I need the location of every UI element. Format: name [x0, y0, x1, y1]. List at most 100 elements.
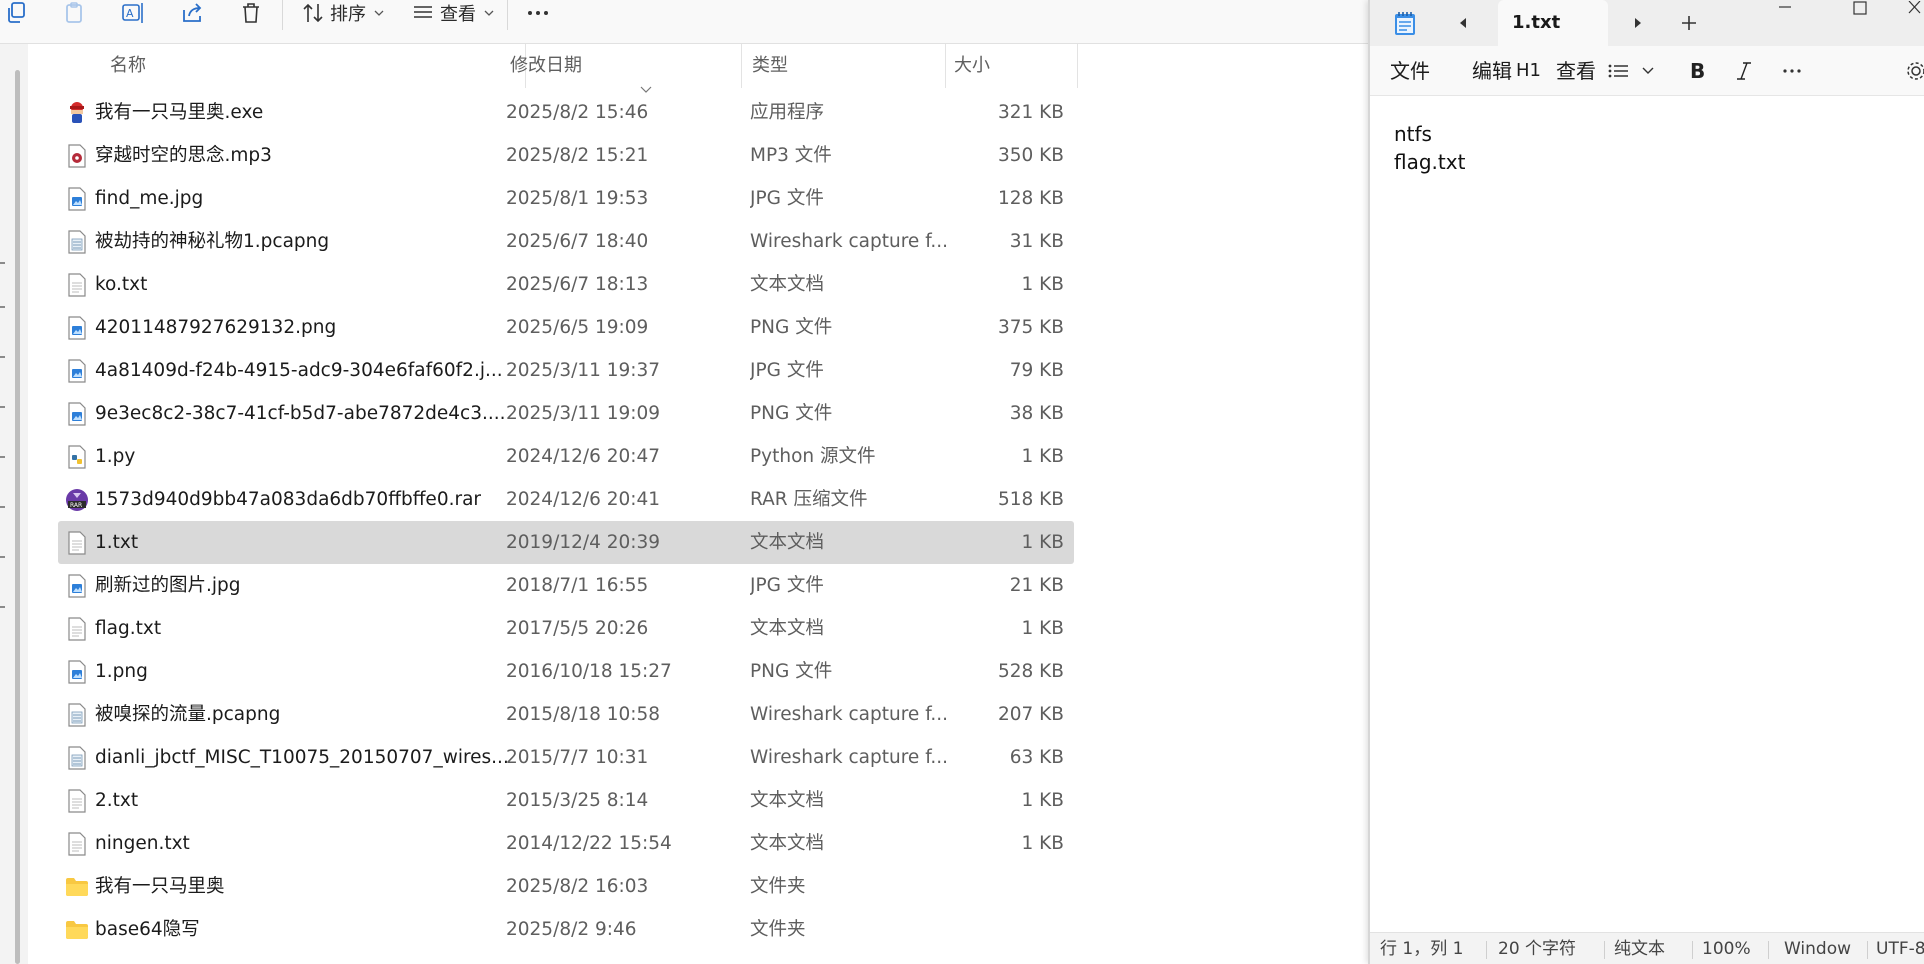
chevron-down-icon	[374, 10, 384, 16]
status-line-ending[interactable]: Window	[1784, 933, 1864, 964]
explorer-command-bar: A 排序 查看	[0, 0, 1368, 44]
more-options-button[interactable]	[526, 0, 550, 26]
status-divider	[1692, 941, 1693, 959]
file-row[interactable]: find_me.jpg 2025/8/1 19:53 JPG 文件 128 KB	[58, 177, 1074, 220]
menu-edit[interactable]: 编辑	[1472, 46, 1512, 96]
file-type: JPG 文件	[750, 575, 824, 596]
file-size: 375 KB	[997, 317, 1064, 338]
view-list-icon	[414, 6, 432, 18]
file-row[interactable]: 4a81409d-f24b-4915-adc9-304e6faf60f2.j..…	[58, 349, 1074, 392]
vertical-scrollbar[interactable]	[15, 70, 20, 964]
menu-view[interactable]: 查看	[1556, 46, 1596, 96]
tab-scroll-left-button[interactable]	[1450, 10, 1476, 36]
file-type: Wireshark capture f...	[750, 231, 949, 252]
file-row[interactable]: dianli_jbctf_MISC_T10075_20150707_wires.…	[58, 736, 1074, 779]
file-date: 2025/6/7 18:40	[506, 231, 649, 252]
file-row[interactable]: 2.txt 2015/3/25 8:14 文本文档 1 KB	[58, 779, 1074, 822]
file-row[interactable]: 刷新过的图片.jpg 2018/7/1 16:55 JPG 文件 21 KB	[58, 564, 1074, 607]
copy-button[interactable]	[6, 0, 28, 26]
chevron-down-icon	[1642, 67, 1654, 74]
notepad-tab[interactable]: 1.txt	[1498, 0, 1608, 46]
heading-button[interactable]: H1	[1516, 46, 1541, 96]
menu-file[interactable]: 文件	[1390, 46, 1430, 96]
file-row[interactable]: 1.png 2016/10/18 15:27 PNG 文件 528 KB	[58, 650, 1074, 693]
list-format-button[interactable]	[1606, 58, 1656, 84]
view-button[interactable]: 查看	[412, 0, 494, 26]
file-date: 2025/8/2 9:46	[506, 919, 637, 940]
nav-pane-marker	[0, 456, 5, 458]
file-name: 4a81409d-f24b-4915-adc9-304e6faf60f2.j..…	[95, 360, 503, 381]
status-encoding[interactable]: UTF-8	[1876, 933, 1924, 964]
file-row[interactable]: 42011487927629132.png 2025/6/5 19:09 PNG 文…	[58, 306, 1074, 349]
share-button[interactable]	[181, 0, 203, 26]
file-date: 2018/7/1 16:55	[506, 575, 649, 596]
svg-text:RAR: RAR	[70, 502, 82, 509]
paste-icon	[66, 2, 82, 23]
file-date: 2025/8/2 15:21	[506, 145, 649, 166]
column-header-name[interactable]: 名称	[68, 44, 526, 88]
file-name: 1.py	[95, 446, 136, 467]
rename-button[interactable]: A	[122, 0, 146, 26]
file-size: 63 KB	[1009, 747, 1064, 768]
file-list: 我有一只马里奥.exe 2025/8/2 15:46 应用程序 321 KB 穿越时空的…	[58, 91, 1074, 951]
nav-pane-marker	[0, 556, 5, 558]
capture-file-icon	[64, 693, 90, 736]
more-options-button[interactable]	[1778, 58, 1806, 84]
maximize-button[interactable]	[1845, 0, 1875, 16]
file-name: 我有一只马里奥.exe	[95, 102, 264, 123]
tab-scroll-right-button[interactable]	[1625, 10, 1651, 36]
file-type: Python 源文件	[750, 446, 876, 467]
sort-button[interactable]: 排序	[302, 0, 384, 26]
notepad-text-area[interactable]: ntfs flag.txt	[1370, 96, 1924, 926]
file-row[interactable]: ningen.txt 2014/12/22 15:54 文本文档 1 KB	[58, 822, 1074, 865]
file-size: 350 KB	[997, 145, 1064, 166]
italic-button[interactable]	[1730, 58, 1758, 84]
bulleted-list-icon	[1608, 64, 1628, 78]
share-icon	[183, 3, 202, 22]
column-header-type[interactable]: 类型	[740, 44, 946, 88]
file-row[interactable]: ko.txt 2025/6/7 18:13 文本文档 1 KB	[58, 263, 1074, 306]
minimize-button[interactable]	[1770, 0, 1800, 14]
file-row[interactable]: 我有一只马里奥 2025/8/2 16:03 文件夹	[58, 865, 1074, 908]
text-line: ntfs	[1394, 122, 1432, 146]
file-date: 2015/8/18 10:58	[506, 704, 661, 725]
gear-icon	[1907, 62, 1924, 80]
file-size	[970, 908, 1064, 951]
python-file-icon	[64, 435, 90, 478]
column-header-size[interactable]: 大小	[942, 44, 1078, 88]
file-size: 1 KB	[1021, 790, 1064, 811]
file-type: PNG 文件	[750, 317, 833, 338]
file-type: RAR 压缩文件	[750, 489, 868, 510]
file-row[interactable]: 我有一只马里奥.exe 2025/8/2 15:46 应用程序 321 KB	[58, 91, 1074, 134]
file-row[interactable]: flag.txt 2017/5/5 20:26 文本文档 1 KB	[58, 607, 1074, 650]
file-date: 2024/12/6 20:47	[506, 446, 661, 467]
settings-button[interactable]	[1904, 58, 1924, 84]
image-file-icon	[64, 306, 90, 349]
file-explorer-window: A 排序 查看 名称 修改日期 类型 大小 我有一只马里奥.exe 2025/8…	[0, 0, 1368, 964]
file-row[interactable]: RAR 1573d940d9bb47a083da6db70ffbffe0.rar 2…	[58, 478, 1074, 521]
bold-button[interactable]: B	[1683, 58, 1711, 84]
close-button[interactable]	[1902, 0, 1924, 16]
nav-pane-marker	[0, 606, 5, 608]
file-row[interactable]: base64隐写 2025/8/2 9:46 文件夹	[58, 908, 1074, 951]
delete-button[interactable]	[240, 0, 262, 26]
file-row[interactable]: 1.txt 2019/12/4 20:39 文本文档 1 KB	[58, 521, 1074, 564]
nav-pane-marker	[0, 406, 5, 408]
paste-button[interactable]	[64, 0, 86, 26]
file-row[interactable]: 1.py 2024/12/6 20:47 Python 源文件 1 KB	[58, 435, 1074, 478]
file-row[interactable]: 穿越时空的思念.mp3 2025/8/2 15:21 MP3 文件 350 KB	[58, 134, 1074, 177]
status-zoom[interactable]: 100%	[1702, 933, 1751, 964]
new-tab-button[interactable]	[1676, 10, 1702, 36]
file-date: 2014/12/22 15:54	[506, 833, 672, 854]
caret-left-icon	[1460, 18, 1466, 28]
file-row[interactable]: 被劫持的神秘礼物1.pcapng 2025/6/7 18:40 Wireshark …	[58, 220, 1074, 263]
status-text-format[interactable]: 纯文本	[1614, 933, 1665, 964]
file-date: 2015/7/7 10:31	[506, 747, 649, 768]
trash-icon	[243, 3, 259, 23]
file-type: JPG 文件	[750, 360, 824, 381]
file-date: 2015/3/25 8:14	[506, 790, 649, 811]
file-row[interactable]: 9e3ec8c2-38c7-41cf-b5d7-abe7872de4c3....…	[58, 392, 1074, 435]
column-header-date[interactable]: 修改日期	[498, 44, 742, 88]
file-row[interactable]: 被嗅探的流量.pcapng 2015/8/18 10:58 Wireshark ca…	[58, 693, 1074, 736]
file-size: 38 KB	[1009, 403, 1064, 424]
